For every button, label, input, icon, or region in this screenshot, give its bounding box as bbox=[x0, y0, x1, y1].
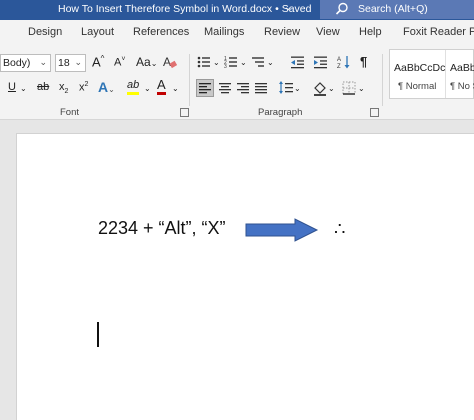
chevron-down-icon[interactable]: ⌄ bbox=[267, 58, 274, 67]
text-effects-label: A bbox=[98, 79, 109, 95]
increase-indent-icon[interactable] bbox=[313, 55, 329, 69]
chevron-down-icon[interactable]: ⌄ bbox=[294, 84, 301, 93]
chevron-down-icon[interactable]: ⌄ bbox=[240, 58, 247, 67]
svg-text:A: A bbox=[337, 57, 341, 63]
shading-icon[interactable] bbox=[312, 80, 328, 96]
font-size-value: 18 bbox=[58, 57, 70, 69]
align-left-icon[interactable] bbox=[198, 81, 212, 95]
bullets-icon[interactable] bbox=[197, 55, 213, 69]
chevron-down-icon[interactable]: ⌄ bbox=[358, 84, 365, 93]
style-normal[interactable]: AaBbCcDc ¶ Normal bbox=[390, 50, 446, 98]
document-title[interactable]: How To Insert Therefore Symbol in Word.d… bbox=[58, 3, 311, 15]
right-arrow-shape[interactable] bbox=[245, 218, 319, 242]
align-right-icon[interactable] bbox=[236, 81, 250, 95]
tab-mailings[interactable]: Mailings bbox=[204, 26, 244, 38]
svg-text:Z: Z bbox=[337, 64, 341, 69]
paragraph-dialog-launcher-icon[interactable] bbox=[370, 108, 379, 117]
tab-foxit-reader-pdf[interactable]: Foxit Reader PDF bbox=[403, 26, 474, 38]
underline-button[interactable]: U bbox=[8, 81, 16, 93]
superscript-button[interactable]: x2 bbox=[79, 81, 88, 94]
search-placeholder[interactable]: Search (Alt+Q) bbox=[358, 3, 428, 15]
style-name: ¶ No Sp bbox=[450, 81, 474, 92]
title-dropdown-icon[interactable]: ⌄ bbox=[284, 2, 292, 13]
grow-font-button[interactable]: A^ bbox=[92, 54, 104, 69]
tab-view[interactable]: View bbox=[316, 26, 340, 38]
title-bar: How To Insert Therefore Symbol in Word.d… bbox=[0, 0, 474, 20]
chevron-down-icon: ⌄ bbox=[39, 57, 47, 67]
word-window: How To Insert Therefore Symbol in Word.d… bbox=[0, 0, 474, 420]
ribbon-home: Body) ⌄ 18 ⌄ A^ A˅ Aa⌄ A U ⌄ ab x2 x2 A⌄… bbox=[0, 46, 474, 120]
align-center-icon[interactable] bbox=[218, 81, 232, 95]
multilevel-list-icon[interactable] bbox=[251, 55, 267, 69]
change-case-button[interactable]: Aa⌄ bbox=[136, 55, 157, 69]
chevron-down-icon[interactable]: ⌄ bbox=[328, 84, 335, 93]
svg-text:3: 3 bbox=[224, 64, 227, 69]
font-size-select[interactable]: 18 ⌄ bbox=[55, 54, 86, 72]
highlight-label: ab bbox=[127, 79, 140, 91]
style-sample: AaBbCcDc bbox=[450, 62, 474, 74]
document-line[interactable]: 2234 + “Alt”, “X” bbox=[98, 218, 226, 239]
ribbon-tabs: Design Layout References Mailings Review… bbox=[0, 20, 474, 46]
style-sample: AaBbCcDc bbox=[394, 62, 446, 74]
divider bbox=[382, 54, 383, 106]
tab-help[interactable]: Help bbox=[359, 26, 382, 38]
divider bbox=[189, 54, 190, 106]
line-spacing-icon[interactable] bbox=[278, 80, 294, 96]
style-name: ¶ Normal bbox=[398, 81, 437, 92]
justify-icon[interactable] bbox=[254, 81, 268, 95]
subscript-button[interactable]: x2 bbox=[59, 81, 68, 95]
chevron-down-icon: ⌄ bbox=[74, 57, 82, 67]
chevron-down-icon[interactable]: ⌄ bbox=[144, 84, 151, 93]
font-color-label: A bbox=[157, 77, 166, 92]
clear-formatting-icon[interactable]: A bbox=[163, 55, 177, 69]
sort-icon[interactable]: A Z bbox=[337, 55, 351, 69]
tab-references[interactable]: References bbox=[133, 26, 189, 38]
font-group-label: Font bbox=[60, 107, 80, 118]
numbering-icon[interactable]: 1 2 3 bbox=[224, 55, 240, 69]
font-name-value: Body) bbox=[3, 57, 31, 69]
change-case-label: Aa bbox=[136, 55, 151, 69]
highlight-color-button[interactable]: ab bbox=[127, 78, 140, 95]
text-cursor bbox=[97, 322, 99, 347]
document-page[interactable] bbox=[16, 133, 474, 420]
tab-review[interactable]: Review bbox=[264, 26, 300, 38]
borders-icon[interactable] bbox=[342, 81, 356, 95]
font-color-button[interactable]: A bbox=[157, 78, 166, 95]
text-effects-button[interactable]: A⌄ bbox=[98, 79, 115, 95]
font-name-select[interactable]: Body) ⌄ bbox=[0, 54, 51, 72]
show-formatting-marks-button[interactable]: ¶ bbox=[360, 54, 367, 69]
shrink-font-button[interactable]: A˅ bbox=[114, 56, 125, 69]
paragraph-group-label: Paragraph bbox=[258, 107, 303, 118]
font-dialog-launcher-icon[interactable] bbox=[180, 108, 189, 117]
therefore-symbol[interactable]: ∴ bbox=[334, 219, 345, 240]
tab-layout[interactable]: Layout bbox=[81, 26, 114, 38]
search-icon[interactable] bbox=[335, 2, 349, 16]
chevron-down-icon[interactable]: ⌄ bbox=[20, 84, 27, 93]
svg-text:A: A bbox=[163, 55, 171, 69]
tab-design[interactable]: Design bbox=[28, 26, 62, 38]
styles-gallery: AaBbCcDc ¶ Normal AaBbCcDc ¶ No Sp bbox=[389, 49, 474, 99]
decrease-indent-icon[interactable] bbox=[290, 55, 306, 69]
chevron-down-icon[interactable]: ⌄ bbox=[172, 84, 179, 93]
style-no-spacing[interactable]: AaBbCcDc ¶ No Sp bbox=[446, 50, 474, 98]
strikethrough-button[interactable]: ab bbox=[37, 81, 49, 93]
grow-font-label: A bbox=[92, 54, 101, 70]
chevron-down-icon[interactable]: ⌄ bbox=[213, 58, 220, 67]
